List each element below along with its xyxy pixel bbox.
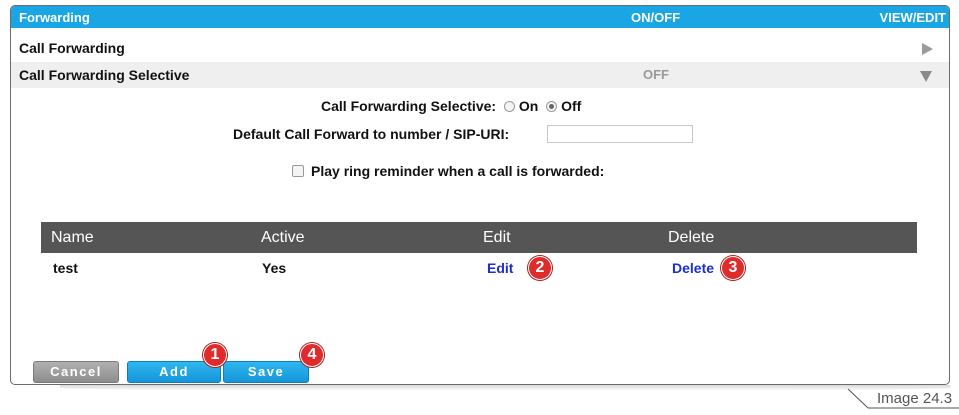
caption-divider: [847, 388, 959, 409]
image-caption: Image 24.3: [877, 390, 953, 407]
